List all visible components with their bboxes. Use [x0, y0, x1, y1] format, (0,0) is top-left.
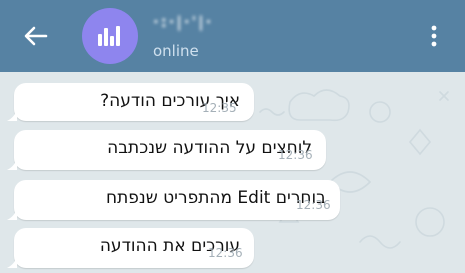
back-arrow-icon[interactable] [22, 22, 50, 50]
more-vertical-icon[interactable] [424, 22, 444, 50]
bubble-tail-icon [7, 158, 17, 170]
chart-bars-icon [98, 26, 120, 46]
message-time: 12:36 [296, 198, 331, 212]
message-time: 12:36 [208, 246, 243, 260]
message-bubble[interactable]: לוחצים על ההודעה שנכתבה 12:36 [7, 130, 326, 170]
message-bubble[interactable]: איך עורכים הודעה? 12:35 [7, 83, 254, 121]
bubble-tail-icon [7, 109, 17, 121]
message-text: בוחרים Edit מהתפריט שנפתח [106, 188, 326, 208]
message-bubble[interactable]: עורכים את ההודעה 12:36 [7, 228, 254, 268]
avatar[interactable] [82, 8, 138, 64]
bubble-tail-icon [7, 208, 17, 220]
chat-area[interactable]: איך עורכים הודעה? 12:35 לוחצים על ההודעה… [0, 72, 465, 273]
chat-header: ·:·|·'|· online [0, 0, 465, 72]
chat-title[interactable]: ·:·|·'|· [153, 13, 213, 31]
chat-status: online [153, 42, 199, 60]
message-time: 12:35 [202, 101, 237, 115]
bubble-tail-icon [7, 256, 17, 268]
message-bubble[interactable]: בוחרים Edit מהתפריט שנפתח 12:36 [7, 180, 340, 220]
message-time: 12:36 [278, 148, 313, 162]
